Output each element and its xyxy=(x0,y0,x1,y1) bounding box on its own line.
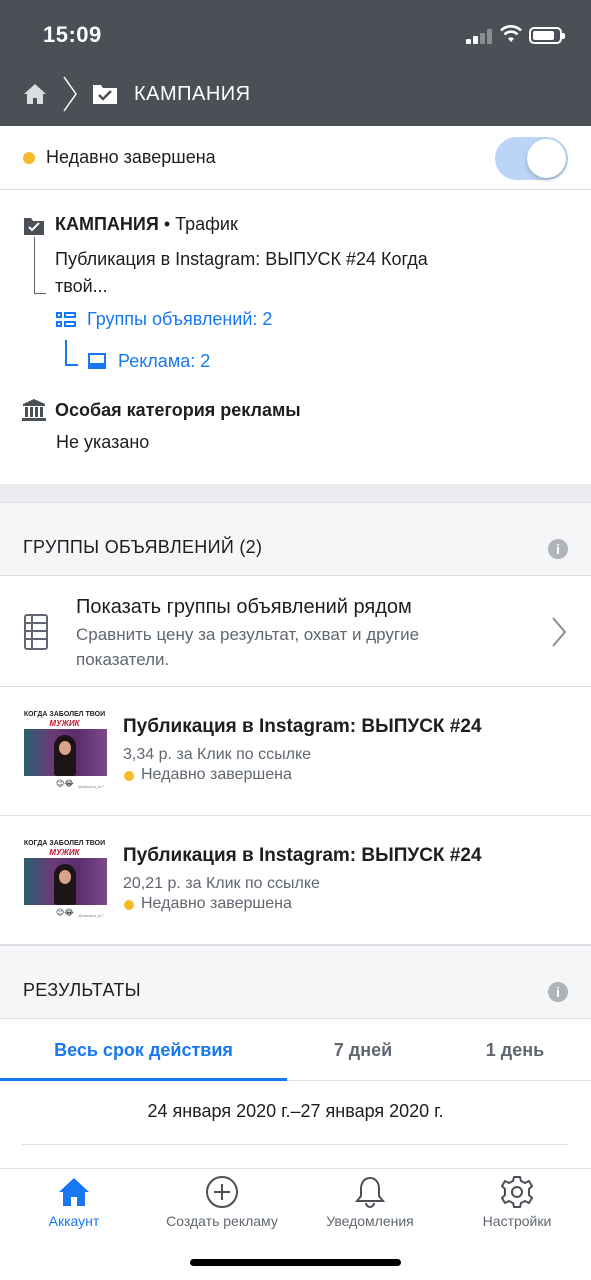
list-compare-icon xyxy=(24,614,48,650)
thumbnail-photo xyxy=(24,858,107,905)
home-icon[interactable] xyxy=(23,83,47,105)
special-category-title: Особая категория рекламы xyxy=(55,400,301,420)
status-dot xyxy=(23,152,35,164)
compare-title: Показать группы объявлений рядом xyxy=(76,596,412,618)
toggle-knob xyxy=(527,139,566,178)
thumbnail-photo xyxy=(24,729,107,776)
date-range: 24 января 2020 г.–27 января 2020 г. xyxy=(147,1101,444,1121)
ad-thumbnail: КОГДА ЗАБОЛЕЛ ТВОЙ МУЖИК 😉😂 @kalusha_er7 xyxy=(22,711,107,793)
thumbnail-face xyxy=(59,741,71,755)
special-category-value: Не указано xyxy=(56,432,150,452)
campaign-objective: • Трафик xyxy=(163,214,238,234)
ad-groups-section-title: ГРУППЫ ОБЪЯВЛЕНИЙ (2) xyxy=(23,537,263,557)
ads-link[interactable]: Реклама: 2 xyxy=(118,351,210,372)
ad-group-status: Недавно завершена xyxy=(141,766,292,783)
campaign-toggle[interactable] xyxy=(495,137,568,180)
thumbnail-handle: @kalusha_er7 xyxy=(78,913,104,918)
campaign-heading: КАМПАНИЯ • Трафик xyxy=(55,214,238,235)
campaign-folder-icon xyxy=(93,85,117,104)
thumbnail-caption: КОГДА ЗАБОЛЕЛ ТВОЙ xyxy=(23,711,106,718)
campaign-label: КАМПАНИЯ xyxy=(55,214,159,234)
compare-ad-groups-row[interactable]: Показать группы объявлений рядом Сравнит… xyxy=(0,576,591,687)
campaign-publication-name: Публикация в Instagram: ВЫПУСК #24 Когда… xyxy=(55,249,428,296)
home-icon xyxy=(59,1178,89,1206)
tabbar-label: Настройки xyxy=(482,1213,552,1229)
tab-lifetime[interactable]: Весь срок действия xyxy=(0,1019,287,1081)
ad-icon xyxy=(88,353,106,369)
campaign-status-label: Недавно завершена xyxy=(46,147,216,167)
tab-7-days[interactable]: 7 дней xyxy=(287,1019,439,1081)
gear-icon xyxy=(501,1176,533,1208)
results-section-header: РЕЗУЛЬТАТЫ i xyxy=(0,945,591,1019)
section-separator xyxy=(0,484,591,502)
tree-connector xyxy=(34,237,46,294)
thumbnail-caption-accent: МУЖИК xyxy=(49,719,80,728)
breadcrumb-chevron-icon xyxy=(63,76,77,112)
campaign-folder-icon xyxy=(24,218,44,235)
ad-group-row[interactable]: КОГДА ЗАБОЛЕЛ ТВОЙ МУЖИК 😉😂 @kalusha_er7… xyxy=(0,816,591,945)
tabbar-item-create-ad[interactable]: Создать рекламу xyxy=(148,1169,296,1239)
thumbnail-handle: @kalusha_er7 xyxy=(78,784,104,789)
status-dot xyxy=(124,900,134,910)
top-header: 15:09 КАМПАНИЯ xyxy=(0,0,591,126)
ad-group-cost: 3,34 р. за Клик по ссылке xyxy=(123,746,312,763)
status-time: 15:09 xyxy=(43,22,102,47)
plus-circle-icon xyxy=(206,1176,238,1208)
tabbar-label: Уведомления xyxy=(326,1213,414,1229)
wifi-icon xyxy=(500,25,522,42)
divider xyxy=(22,1144,568,1145)
chevron-right-icon xyxy=(552,617,567,647)
ad-groups-link[interactable]: Группы объявлений: 2 xyxy=(87,309,272,330)
page-title: КАМПАНИЯ xyxy=(134,83,251,105)
results-section-title: РЕЗУЛЬТАТЫ xyxy=(23,980,141,1000)
info-icon[interactable]: i xyxy=(548,539,568,559)
cellular-signal-icon xyxy=(466,28,494,44)
info-icon[interactable]: i xyxy=(548,982,568,1002)
campaign-status-row: Недавно завершена xyxy=(0,126,591,190)
ad-group-title: Публикация в Instagram: ВЫПУСК #24 xyxy=(123,845,482,866)
thumbnail-caption-accent: МУЖИК xyxy=(49,848,80,857)
ad-groups-icon xyxy=(56,312,76,327)
ad-groups-section-header: ГРУППЫ ОБЪЯВЛЕНИЙ (2) i xyxy=(0,502,591,576)
tab-1-day[interactable]: 1 день xyxy=(439,1019,591,1081)
results-tabs: Весь срок действия 7 дней 1 день xyxy=(0,1019,591,1081)
thumbnail-emoji: 😉😂 xyxy=(56,779,74,788)
thumbnail-face xyxy=(59,870,71,884)
ad-group-cost: 20,21 р. за Клик по ссылке xyxy=(123,875,320,892)
ad-group-status: Недавно завершена xyxy=(141,895,292,912)
home-indicator[interactable] xyxy=(190,1259,401,1266)
tabbar-item-notifications[interactable]: Уведомления xyxy=(296,1169,444,1239)
tabbar-item-account[interactable]: Аккаунт xyxy=(0,1169,148,1239)
bank-icon xyxy=(22,399,46,421)
tabbar-label: Аккаунт xyxy=(48,1213,100,1229)
compare-subtitle: Сравнить цену за результат, охват и друг… xyxy=(76,625,420,669)
tabbar-item-settings[interactable]: Настройки xyxy=(443,1169,591,1239)
tabbar-label: Создать рекламу xyxy=(166,1213,278,1229)
thumbnail-caption: КОГДА ЗАБОЛЕЛ ТВОЙ xyxy=(23,840,106,847)
status-dot xyxy=(124,771,134,781)
bell-icon xyxy=(354,1176,386,1208)
thumbnail-emoji: 😉😂 xyxy=(56,908,74,917)
ad-group-title: Публикация в Instagram: ВЫПУСК #24 xyxy=(123,716,482,737)
tree-connector-blue xyxy=(65,340,78,366)
ad-thumbnail: КОГДА ЗАБОЛЕЛ ТВОЙ МУЖИК 😉😂 @kalusha_er7 xyxy=(22,840,107,922)
battery-icon xyxy=(529,27,565,44)
ad-group-row[interactable]: КОГДА ЗАБОЛЕЛ ТВОЙ МУЖИК 😉😂 @kalusha_er7… xyxy=(0,687,591,816)
